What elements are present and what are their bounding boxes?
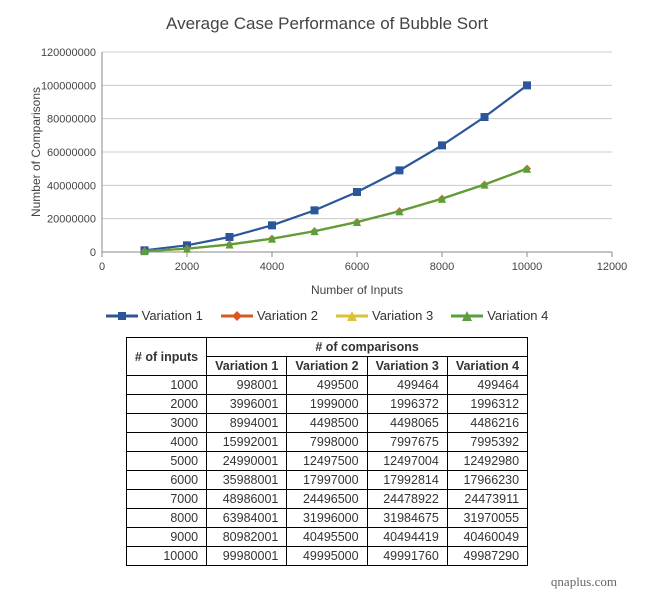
table-value-cell: 24478922 bbox=[367, 490, 447, 509]
table-value-cell: 15992001 bbox=[207, 433, 287, 452]
table-row: 30008994001449850044980654486216 bbox=[126, 414, 527, 433]
svg-text:100000000: 100000000 bbox=[41, 80, 96, 92]
svg-text:0: 0 bbox=[90, 247, 96, 259]
table-input-cell: 7000 bbox=[126, 490, 206, 509]
svg-text:Number of Comparisons: Number of Comparisons bbox=[29, 87, 43, 217]
legend-label: Variation 3 bbox=[372, 308, 433, 323]
table-col-header: Variation 4 bbox=[447, 357, 527, 376]
table-value-cell: 49995000 bbox=[287, 547, 367, 566]
table-value-cell: 12497004 bbox=[367, 452, 447, 471]
table-row: 600035988001179970001799281417966230 bbox=[126, 471, 527, 490]
table-row: 1000998001499500499464499464 bbox=[126, 376, 527, 395]
table-value-cell: 8994001 bbox=[207, 414, 287, 433]
table-row: 500024990001124975001249700412492980 bbox=[126, 452, 527, 471]
table-value-cell: 35988001 bbox=[207, 471, 287, 490]
chart-legend: Variation 1 Variation 2 Variation 3 Variati… bbox=[17, 308, 637, 323]
legend-label: Variation 1 bbox=[142, 308, 203, 323]
table-row: 400015992001799800079976757995392 bbox=[126, 433, 527, 452]
table-input-cell: 8000 bbox=[126, 509, 206, 528]
table-value-cell: 40494419 bbox=[367, 528, 447, 547]
table-value-cell: 17966230 bbox=[447, 471, 527, 490]
table-value-cell: 49991760 bbox=[367, 547, 447, 566]
table-value-cell: 4498500 bbox=[287, 414, 367, 433]
svg-text:0: 0 bbox=[99, 261, 105, 273]
table-value-cell: 7997675 bbox=[367, 433, 447, 452]
table-value-cell: 17992814 bbox=[367, 471, 447, 490]
attribution-text: qnaplus.com bbox=[17, 574, 637, 590]
table-value-cell: 499464 bbox=[447, 376, 527, 395]
table-input-cell: 6000 bbox=[126, 471, 206, 490]
table-input-cell: 2000 bbox=[126, 395, 206, 414]
line-chart: 0 20000000 40000000 60000000 80000000 1000000… bbox=[22, 42, 632, 302]
table-value-cell: 24990001 bbox=[207, 452, 287, 471]
table-value-cell: 7995392 bbox=[447, 433, 527, 452]
table-value-cell: 7998000 bbox=[287, 433, 367, 452]
table-super-header: # of comparisons bbox=[207, 338, 528, 357]
table-value-cell: 12497500 bbox=[287, 452, 367, 471]
table-value-cell: 99980001 bbox=[207, 547, 287, 566]
svg-text:12000: 12000 bbox=[597, 261, 628, 273]
table-value-cell: 24496500 bbox=[287, 490, 367, 509]
legend-swatch-icon bbox=[221, 310, 253, 322]
table-value-cell: 40495500 bbox=[287, 528, 367, 547]
table-value-cell: 998001 bbox=[207, 376, 287, 395]
svg-text:6000: 6000 bbox=[345, 261, 369, 273]
table-row: 800063984001319960003198467531970055 bbox=[126, 509, 527, 528]
svg-text:20000000: 20000000 bbox=[47, 214, 96, 226]
legend-item-3: Variation 3 bbox=[336, 308, 433, 323]
table-value-cell: 17997000 bbox=[287, 471, 367, 490]
table-row-header: # of inputs bbox=[126, 338, 206, 376]
table-value-cell: 31996000 bbox=[287, 509, 367, 528]
svg-text:2000: 2000 bbox=[175, 261, 199, 273]
table-value-cell: 31970055 bbox=[447, 509, 527, 528]
legend-item-2: Variation 2 bbox=[221, 308, 318, 323]
table-input-cell: 3000 bbox=[126, 414, 206, 433]
legend-label: Variation 4 bbox=[487, 308, 548, 323]
table-value-cell: 4498065 bbox=[367, 414, 447, 433]
table-value-cell: 31984675 bbox=[367, 509, 447, 528]
table-input-cell: 1000 bbox=[126, 376, 206, 395]
legend-item-1: Variation 1 bbox=[106, 308, 203, 323]
table-value-cell: 1996372 bbox=[367, 395, 447, 414]
chart-title: Average Case Performance of Bubble Sort bbox=[17, 14, 637, 34]
legend-item-4: Variation 4 bbox=[451, 308, 548, 323]
table-value-cell: 63984001 bbox=[207, 509, 287, 528]
legend-label: Variation 2 bbox=[257, 308, 318, 323]
table-value-cell: 499464 bbox=[367, 376, 447, 395]
svg-text:40000000: 40000000 bbox=[47, 180, 96, 192]
svg-text:8000: 8000 bbox=[430, 261, 454, 273]
table-input-cell: 5000 bbox=[126, 452, 206, 471]
legend-swatch-icon bbox=[106, 310, 138, 322]
table-input-cell: 9000 bbox=[126, 528, 206, 547]
table-input-cell: 4000 bbox=[126, 433, 206, 452]
svg-text:10000: 10000 bbox=[512, 261, 543, 273]
table-row: 20003996001199900019963721996312 bbox=[126, 395, 527, 414]
table-value-cell: 12492980 bbox=[447, 452, 527, 471]
table-row: 900080982001404955004049441940460049 bbox=[126, 528, 527, 547]
table-value-cell: 1999000 bbox=[287, 395, 367, 414]
data-table: # of inputs# of comparisonsVariation 1Va… bbox=[126, 337, 528, 566]
svg-text:Number of Inputs: Number of Inputs bbox=[311, 283, 403, 297]
table-value-cell: 3996001 bbox=[207, 395, 287, 414]
table-col-header: Variation 1 bbox=[207, 357, 287, 376]
table-value-cell: 49987290 bbox=[447, 547, 527, 566]
legend-swatch-icon bbox=[451, 310, 483, 322]
svg-text:4000: 4000 bbox=[260, 261, 284, 273]
table-value-cell: 499500 bbox=[287, 376, 367, 395]
table-value-cell: 40460049 bbox=[447, 528, 527, 547]
svg-text:120000000: 120000000 bbox=[41, 47, 96, 59]
table-input-cell: 10000 bbox=[126, 547, 206, 566]
table-col-header: Variation 2 bbox=[287, 357, 367, 376]
legend-swatch-icon bbox=[336, 310, 368, 322]
table-row: 700048986001244965002447892224473911 bbox=[126, 490, 527, 509]
svg-text:60000000: 60000000 bbox=[47, 147, 96, 159]
table-value-cell: 48986001 bbox=[207, 490, 287, 509]
table-value-cell: 4486216 bbox=[447, 414, 527, 433]
table-row: 1000099980001499950004999176049987290 bbox=[126, 547, 527, 566]
table-col-header: Variation 3 bbox=[367, 357, 447, 376]
svg-text:80000000: 80000000 bbox=[47, 114, 96, 126]
table-value-cell: 80982001 bbox=[207, 528, 287, 547]
table-value-cell: 1996312 bbox=[447, 395, 527, 414]
table-value-cell: 24473911 bbox=[447, 490, 527, 509]
